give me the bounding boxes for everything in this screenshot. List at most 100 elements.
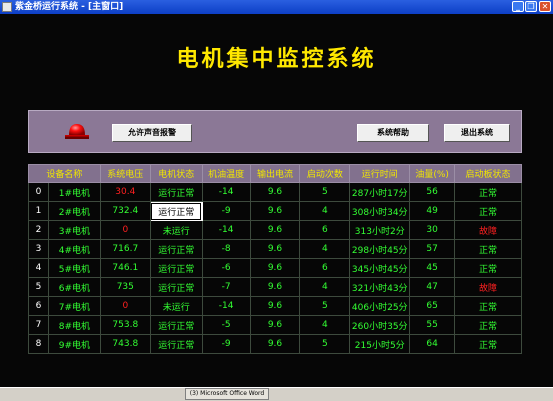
app-icon [2, 2, 12, 12]
oil-level-value: 49 [409, 201, 456, 221]
device-name: 3#电机 [47, 220, 101, 240]
device-name: 9#电机 [47, 334, 101, 354]
close-button[interactable]: ✕ [539, 1, 551, 12]
start-count-value: 6 [299, 220, 351, 240]
oil-temperature-value: -14 [201, 182, 251, 202]
table-row[interactable]: 7 8#电机 753.8 运行正常 -5 9.6 4 260小时35分 55 正… [28, 315, 522, 335]
start-count-value: 4 [299, 201, 351, 221]
oil-level-value: 47 [409, 277, 456, 297]
starter-board-status: 正常 [454, 296, 522, 316]
output-current-value: 9.6 [249, 220, 301, 240]
start-count-value: 4 [299, 239, 351, 259]
voltage-value: 30.4 [99, 182, 151, 202]
output-current-value: 9.6 [249, 296, 301, 316]
device-name: 5#电机 [47, 258, 101, 278]
start-count-value: 4 [299, 277, 351, 297]
system-help-button[interactable]: 系统帮助 [357, 124, 429, 142]
exit-system-button[interactable]: 退出系统 [444, 124, 510, 142]
allow-sound-alarm-button[interactable]: 允许声音报警 [112, 124, 192, 142]
toolbar: 允许声音报警 系统帮助 退出系统 [28, 110, 522, 153]
output-current-value: 9.6 [249, 239, 301, 259]
run-time-value: 321小时43分 [349, 277, 411, 297]
output-current-value: 9.6 [249, 277, 301, 297]
output-current-value: 9.6 [249, 201, 301, 221]
voltage-value: 753.8 [99, 315, 151, 335]
run-time-value: 345小时45分 [349, 258, 411, 278]
voltage-value: 735 [99, 277, 151, 297]
minimize-button[interactable]: _ [512, 1, 524, 12]
row-index: 0 [28, 182, 49, 202]
page-title: 电机集中监控系统 [176, 46, 377, 72]
oil-level-value: 57 [409, 239, 456, 259]
start-count-value: 6 [299, 258, 351, 278]
row-index: 3 [28, 239, 49, 259]
starter-board-status: 正常 [454, 201, 522, 221]
motor-status: 运行正常 [149, 277, 203, 297]
motor-status-selected-cell[interactable]: 运行正常 [149, 201, 203, 221]
start-count-value: 5 [299, 334, 351, 354]
motor-status-table: 设备名称 系统电压 电机状态 机油温度 输出电流 启动次数 运行时间 油量(%)… [28, 164, 522, 354]
start-count-value: 5 [299, 182, 351, 202]
device-name: 8#电机 [47, 315, 101, 335]
oil-level-value: 56 [409, 182, 456, 202]
starter-board-status: 正常 [454, 239, 522, 259]
run-time-value: 313小时2分 [349, 220, 411, 240]
starter-board-status: 正常 [454, 182, 522, 202]
oil-temperature-value: -8 [201, 239, 251, 259]
table-row[interactable]: 3 4#电机 716.7 运行正常 -8 9.6 4 298小时45分 57 正… [28, 239, 522, 259]
start-count-value: 5 [299, 296, 351, 316]
output-current-value: 9.6 [249, 258, 301, 278]
table-row[interactable]: 1 2#电机 732.4 运行正常 -9 9.6 4 308小时34分 49 正… [28, 201, 522, 221]
row-index: 8 [28, 334, 49, 354]
run-time-value: 260小时35分 [349, 315, 411, 335]
table-row[interactable]: 2 3#电机 0 未运行 -14 9.6 6 313小时2分 30 故障 [28, 220, 522, 240]
oil-temperature-value: -14 [201, 296, 251, 316]
motor-status: 运行正常 [149, 239, 203, 259]
voltage-value: 746.1 [99, 258, 151, 278]
window-titlebar: 紫金桥运行系统 - [主窗口] _ ❐ ✕ [0, 0, 553, 14]
run-time-value: 406小时25分 [349, 296, 411, 316]
motor-status: 运行正常 [149, 182, 203, 202]
motor-status: 运行正常 [149, 258, 203, 278]
voltage-value: 716.7 [99, 239, 151, 259]
starter-board-status: 故障 [454, 220, 522, 240]
table-row[interactable]: 5 6#电机 735 运行正常 -7 9.6 4 321小时43分 47 故障 [28, 277, 522, 297]
oil-level-value: 30 [409, 220, 456, 240]
device-name: 6#电机 [47, 277, 101, 297]
row-index: 4 [28, 258, 49, 278]
table-row[interactable]: 6 7#电机 0 未运行 -14 9.6 5 406小时25分 65 正常 [28, 296, 522, 316]
table-row[interactable]: 8 9#电机 743.8 运行正常 -9 9.6 5 215小时5分 64 正常 [28, 334, 522, 354]
column-header-voltage: 系统电压 [99, 164, 151, 183]
motor-status: 未运行 [149, 296, 203, 316]
device-name: 1#电机 [47, 182, 101, 202]
oil-temperature-value: -6 [201, 258, 251, 278]
table-row[interactable]: 4 5#电机 746.1 运行正常 -6 9.6 6 345小时45分 45 正… [28, 258, 522, 278]
row-index: 2 [28, 220, 49, 240]
oil-level-value: 64 [409, 334, 456, 354]
motor-status: 未运行 [149, 220, 203, 240]
starter-board-status: 正常 [454, 315, 522, 335]
voltage-value: 743.8 [99, 334, 151, 354]
alarm-light-icon [65, 124, 89, 139]
motor-status: 运行正常 [149, 315, 203, 335]
restore-button[interactable]: ❐ [525, 1, 537, 12]
row-index: 5 [28, 277, 49, 297]
column-header-output-current: 输出电流 [249, 164, 301, 183]
device-name: 4#电机 [47, 239, 101, 259]
starter-board-status: 故障 [454, 277, 522, 297]
row-index: 1 [28, 201, 49, 221]
oil-level-value: 55 [409, 315, 456, 335]
output-current-value: 9.6 [249, 182, 301, 202]
column-header-run-time: 运行时间 [349, 164, 411, 183]
oil-temperature-value: -14 [201, 220, 251, 240]
oil-temperature-value: -5 [201, 315, 251, 335]
motor-status: 运行正常 [149, 334, 203, 354]
table-row[interactable]: 0 1#电机 30.4 运行正常 -14 9.6 5 287小时17分 56 正… [28, 182, 522, 202]
column-header-oil-level: 油量(%) [409, 164, 456, 183]
oil-level-value: 45 [409, 258, 456, 278]
taskbar-item-word[interactable]: (3) Microsoft Office Word [185, 388, 269, 400]
starter-board-status: 正常 [454, 258, 522, 278]
oil-temperature-value: -9 [201, 201, 251, 221]
table-header: 设备名称 系统电压 电机状态 机油温度 输出电流 启动次数 运行时间 油量(%)… [28, 164, 522, 183]
voltage-value: 0 [99, 296, 151, 316]
